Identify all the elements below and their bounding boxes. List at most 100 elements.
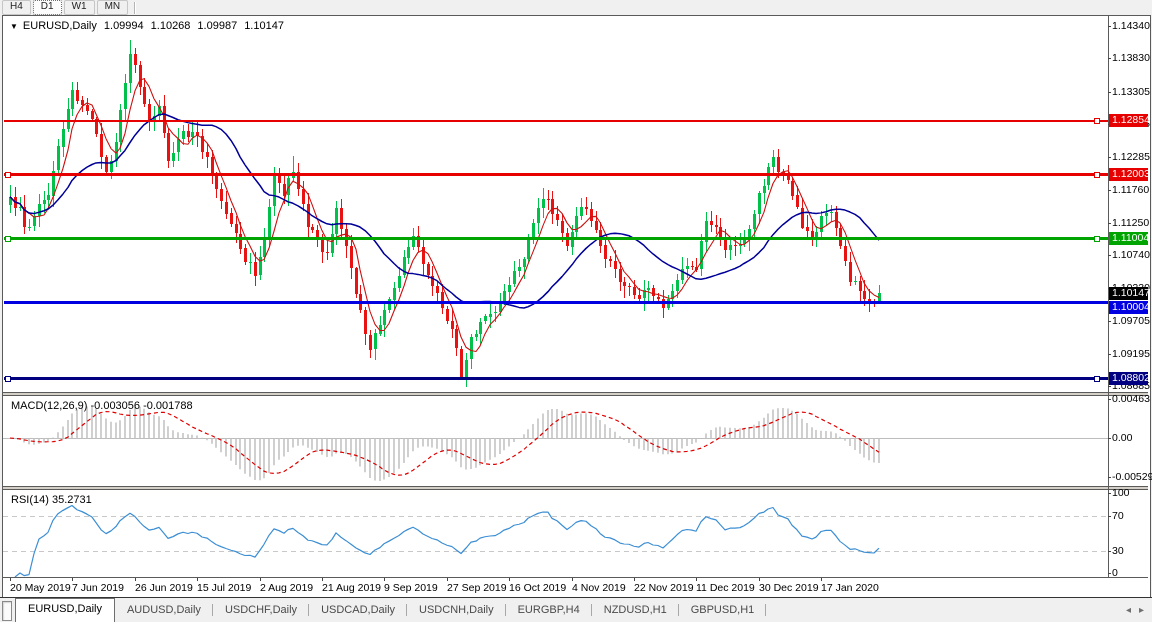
indicator-axis-tick: 0.00 (1112, 432, 1148, 444)
line-endpoint-marker (1094, 118, 1100, 124)
line-endpoint-marker (5, 236, 11, 242)
date-axis-label: 7 Jun 2019 (72, 582, 124, 594)
macd-indicator-label: MACD(12,26,9) -0.003056 -0.001788 (11, 400, 193, 412)
horizontal-line-1.12003[interactable] (4, 173, 1108, 176)
tab-nav-arrows: ◂▸ (1126, 598, 1152, 622)
date-axis-tick (447, 578, 448, 581)
tab-scroll-left-icon[interactable]: ◂ (1126, 605, 1131, 616)
chart-tab-gbpusd-h1[interactable]: GBPUSD,H1 (679, 599, 767, 622)
ohlc-open: 1.09994 (104, 20, 144, 32)
chart-tab-usdcad-daily[interactable]: USDCAD,Daily (309, 599, 407, 622)
price-axis-tick: 1.14340 (1112, 20, 1148, 32)
pane-separator[interactable] (3, 486, 1148, 490)
date-axis-tick (135, 578, 136, 581)
indicator-axis-tick: 100 (1112, 487, 1148, 499)
timeframe-button-w1[interactable]: W1 (64, 0, 95, 15)
date-axis-tick (572, 578, 573, 581)
chart-area: ▼ EURUSD,Daily 1.09994 1.10268 1.09987 1… (2, 15, 1151, 598)
mt4-window: H4D1W1MN ▼ EURUSD,Daily 1.09994 1.10268 … (0, 0, 1152, 622)
line-endpoint-marker (1094, 172, 1100, 178)
date-axis-label: 26 Jun 2019 (135, 582, 193, 594)
rsi-name: RSI(14) (11, 494, 49, 506)
date-axis-tick (322, 578, 323, 581)
date-axis-label: 16 Oct 2019 (509, 582, 566, 594)
horizontal-line-1.08802[interactable] (4, 377, 1108, 380)
date-axis-label: 17 Jan 2020 (821, 582, 879, 594)
date-axis-label: 30 Dec 2019 (759, 582, 819, 594)
horizontal-line-1.11004[interactable] (4, 237, 1108, 240)
toolbar-separator (134, 2, 136, 14)
indicator-axis-tick: 30 (1112, 545, 1148, 557)
price-level-badge: 1.08802 (1109, 372, 1148, 385)
price-level-badge: 1.11004 (1109, 232, 1148, 245)
date-axis-label: 21 Aug 2019 (322, 582, 381, 594)
date-axis-tick (72, 578, 73, 581)
chart-tab-usdcnh-daily[interactable]: USDCNH,Daily (407, 599, 506, 622)
date-axis-label: 4 Nov 2019 (572, 582, 626, 594)
price-axis-tick: 1.13305 (1112, 86, 1148, 98)
price-level-badge: 1.10004 (1109, 301, 1148, 314)
price-axis-tick: 1.09705 (1112, 315, 1148, 327)
indicator-axis-tick: 0 (1112, 567, 1148, 579)
tab-scroll-right-icon[interactable]: ▸ (1139, 605, 1144, 616)
date-axis-tick (197, 578, 198, 581)
date-axis-tick (634, 578, 635, 581)
horizontal-line-1.12854[interactable] (4, 120, 1108, 122)
price-axis-tick: 1.11760 (1112, 184, 1148, 196)
date-axis-label: 11 Dec 2019 (696, 582, 755, 594)
price-level-badge: 1.10147 (1109, 287, 1148, 300)
date-axis-tick (696, 578, 697, 581)
indicator-axis-tick: 70 (1112, 510, 1148, 522)
price-axis-tick: 1.11250 (1112, 217, 1148, 229)
line-endpoint-marker (1094, 376, 1100, 382)
tab-scroll-stub[interactable] (2, 601, 12, 621)
macd-main-value: -0.003056 (90, 400, 140, 412)
price-axis-tick: 1.10740 (1112, 249, 1148, 261)
pane-separator[interactable] (3, 392, 1148, 396)
date-axis-tick (509, 578, 510, 581)
price-level-badge: 1.12854 (1109, 114, 1148, 127)
date-axis-tick (10, 578, 11, 581)
ohlc-low: 1.09987 (197, 20, 237, 32)
timeframe-button-d1[interactable]: D1 (33, 0, 62, 15)
date-axis-label: 2 Aug 2019 (260, 582, 313, 594)
chart-tab-usdchf-daily[interactable]: USDCHF,Daily (213, 599, 309, 622)
ohlc-close: 1.10147 (244, 20, 284, 32)
price-level-badge: 1.12003 (1109, 168, 1148, 181)
date-axis-label: 9 Sep 2019 (384, 582, 438, 594)
chart-tab-bar: EURUSD,DailyAUDUSD,DailyUSDCHF,DailyUSDC… (0, 597, 1152, 622)
rsi-value: 35.2731 (52, 494, 92, 506)
rsi-indicator-label: RSI(14) 35.2731 (11, 494, 92, 506)
price-axis-tick: 1.09195 (1112, 348, 1148, 360)
date-axis-tick (759, 578, 760, 581)
chart-title-bar: ▼ EURUSD,Daily 1.09994 1.10268 1.09987 1… (10, 20, 284, 32)
timeframe-button-mn[interactable]: MN (97, 0, 129, 15)
chart-tab-nzdusd-h1[interactable]: NZDUSD,H1 (592, 599, 679, 622)
date-axis-label: 15 Jul 2019 (197, 582, 251, 594)
chart-tab-eurgbp-h4[interactable]: EURGBP,H4 (506, 599, 592, 622)
date-axis-label: 22 Nov 2019 (634, 582, 694, 594)
date-axis-tick (384, 578, 385, 581)
line-endpoint-marker (5, 172, 11, 178)
macd-signal-value: -0.001788 (143, 400, 193, 412)
timeframe-button-h4[interactable]: H4 (2, 0, 31, 15)
price-axis-tick: 1.13830 (1112, 52, 1148, 64)
chart-symbol-label: EURUSD,Daily (23, 20, 97, 32)
date-axis[interactable]: 20 May 20197 Jun 2019 26 Jun 2019 15 Jul 2… (3, 578, 1108, 596)
date-axis-label: 20 May 2019 (10, 582, 71, 594)
chart-tab-eurusd-daily[interactable]: EURUSD,Daily (15, 598, 115, 622)
indicator-axis-tick: 0.00463 (1112, 393, 1148, 405)
line-endpoint-marker (5, 376, 11, 382)
horizontal-line-1.10004[interactable] (4, 301, 1108, 304)
price-chart-canvas[interactable] (3, 16, 1108, 393)
indicator-axis-tick: -0.005299 (1112, 471, 1148, 483)
macd-name: MACD(12,26,9) (11, 400, 87, 412)
date-axis-label: 27 Sep 2019 (447, 582, 507, 594)
date-axis-tick (821, 578, 822, 581)
rsi-indicator-canvas[interactable] (3, 490, 1108, 577)
date-axis-tick (260, 578, 261, 581)
timeframe-toolbar: H4D1W1MN (0, 0, 1152, 15)
ohlc-high: 1.10268 (151, 20, 191, 32)
chevron-down-icon: ▼ (10, 22, 18, 31)
chart-tab-audusd-daily[interactable]: AUDUSD,Daily (115, 599, 213, 622)
